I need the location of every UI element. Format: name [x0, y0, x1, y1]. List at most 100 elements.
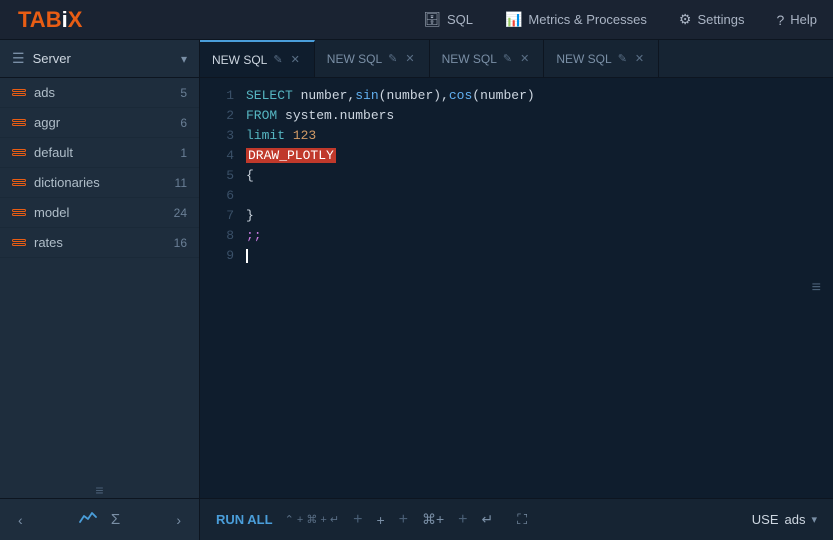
sigma-icon[interactable]: Σ	[111, 511, 120, 528]
tab-3-label: NEW SQL	[442, 52, 497, 66]
tab-2-edit-icon[interactable]: ✎	[388, 52, 397, 65]
sidebar-items: ads 5 aggr 6 default 1	[0, 78, 199, 482]
code-line-7: }	[242, 206, 833, 226]
code-line-1: SELECT number,sin(number),cos(number)	[242, 86, 833, 106]
sidebar-item-aggr[interactable]: aggr 6	[0, 108, 199, 138]
next-button[interactable]: ›	[172, 510, 185, 530]
add-icon[interactable]: +	[376, 512, 384, 528]
metrics-icon: 📊	[505, 11, 522, 28]
tab-2[interactable]: NEW SQL ✎ ✕	[315, 40, 430, 78]
help-icon: ?	[776, 12, 784, 28]
code-line-5: {	[242, 166, 833, 186]
sidebar-item-model-label: model	[34, 205, 174, 220]
run-all-label: RUN ALL	[216, 512, 273, 527]
tabs-bar: NEW SQL ✎ ✕ NEW SQL ✎ ✕ NEW SQL ✎ ✕ NEW …	[200, 40, 833, 78]
tab-3-edit-icon[interactable]: ✎	[503, 52, 512, 65]
nav-sql[interactable]: 🗄 SQL	[407, 0, 489, 40]
sidebar: ☰ Server ▾ ads 5 aggr	[0, 40, 200, 540]
tab-1-edit-icon[interactable]: ✎	[273, 53, 282, 66]
logo: TABiX	[0, 7, 100, 33]
separator-2: +	[399, 511, 408, 529]
sidebar-item-ads[interactable]: ads 5	[0, 78, 199, 108]
db-chevron-icon: ▾	[811, 513, 817, 526]
code-line-8: ;;	[242, 226, 833, 246]
sidebar-item-default-label: default	[34, 145, 180, 160]
sidebar-footer: ‹ Σ ›	[0, 498, 199, 540]
nav-metrics[interactable]: 📊 Metrics & Processes	[489, 0, 663, 40]
sql-icon: 🗄	[423, 11, 441, 28]
shortcut-icon[interactable]: ⌘+	[422, 511, 444, 528]
nav-help[interactable]: ? Help	[760, 0, 833, 40]
code-line-9	[242, 246, 833, 266]
tab-4-label: NEW SQL	[556, 52, 611, 66]
db-icon-ads	[12, 89, 26, 96]
bottom-bar: RUN ALL ⌃ + ⌘ + ↵ + + + ⌘+ + ↵ ⛶ USE ads…	[200, 498, 833, 540]
prev-button[interactable]: ‹	[14, 510, 27, 530]
editor-area: NEW SQL ✎ ✕ NEW SQL ✎ ✕ NEW SQL ✎ ✕ NEW …	[200, 40, 833, 540]
separator-3: +	[458, 511, 467, 529]
db-icon-aggr	[12, 119, 26, 126]
sidebar-item-dictionaries[interactable]: dictionaries 11	[0, 168, 199, 198]
sidebar-item-default-count: 1	[180, 146, 187, 160]
sidebar-footer-icons: Σ	[79, 510, 120, 529]
db-icon-default	[12, 149, 26, 156]
editor-resize-handle[interactable]: ≡	[812, 279, 821, 297]
use-label: USE	[752, 512, 779, 527]
sidebar-item-dictionaries-label: dictionaries	[34, 175, 175, 190]
tab-4[interactable]: NEW SQL ✎ ✕	[544, 40, 659, 78]
sidebar-item-model[interactable]: model 24	[0, 198, 199, 228]
sidebar-collapse-icon[interactable]: ▾	[181, 52, 187, 66]
code-content[interactable]: SELECT number,sin(number),cos(number) FR…	[242, 78, 833, 498]
db-icon-dictionaries	[12, 179, 26, 186]
nav-help-label: Help	[790, 12, 817, 27]
tab-1-close[interactable]: ✕	[289, 52, 302, 67]
tab-4-edit-icon[interactable]: ✎	[618, 52, 627, 65]
code-line-3: limit 123	[242, 126, 833, 146]
sidebar-item-aggr-label: aggr	[34, 115, 180, 130]
sidebar-title: Server	[33, 51, 71, 66]
code-editor[interactable]: 1 2 3 4 5 6 7 8 9 SELECT number,sin(numb…	[200, 78, 833, 498]
run-shortcut: ⌃ + ⌘ + ↵	[285, 513, 340, 526]
chart-icon[interactable]	[79, 510, 97, 529]
tab-1-label: NEW SQL	[212, 53, 267, 67]
sidebar-resize-icon: ≡	[95, 482, 103, 498]
sidebar-item-default[interactable]: default 1	[0, 138, 199, 168]
tab-2-label: NEW SQL	[327, 52, 382, 66]
sidebar-item-ads-count: 5	[180, 86, 187, 100]
sidebar-item-rates[interactable]: rates 16	[0, 228, 199, 258]
code-line-4: DRAW_PLOTLY	[242, 146, 833, 166]
db-name: ads	[785, 512, 806, 527]
sidebar-item-rates-count: 16	[174, 236, 187, 250]
arrow-icon[interactable]: ↵	[482, 511, 494, 528]
fullscreen-button[interactable]: ⛶	[517, 511, 527, 528]
use-db-selector[interactable]: USE ads ▾	[752, 512, 817, 527]
main-layout: ☰ Server ▾ ads 5 aggr	[0, 40, 833, 540]
settings-icon: ⚙	[679, 11, 692, 28]
db-icon-model	[12, 209, 26, 216]
run-all-button[interactable]: RUN ALL	[216, 512, 273, 527]
separator-1: +	[353, 511, 362, 529]
sidebar-item-rates-label: rates	[34, 235, 174, 250]
nav-sql-label: SQL	[447, 12, 473, 27]
tab-3[interactable]: NEW SQL ✎ ✕	[430, 40, 545, 78]
tab-1[interactable]: NEW SQL ✎ ✕	[200, 40, 315, 78]
line-numbers: 1 2 3 4 5 6 7 8 9	[200, 78, 242, 498]
code-line-6	[242, 186, 833, 206]
topnav: TABiX 🗄 SQL 📊 Metrics & Processes ⚙ Sett…	[0, 0, 833, 40]
sidebar-item-aggr-count: 6	[180, 116, 187, 130]
nav-metrics-label: Metrics & Processes	[528, 12, 646, 27]
sidebar-footer-nav: ‹	[14, 510, 27, 530]
tab-4-close[interactable]: ✕	[633, 51, 646, 66]
tab-3-close[interactable]: ✕	[518, 51, 531, 66]
code-line-2: FROM system.numbers	[242, 106, 833, 126]
nav-settings[interactable]: ⚙ Settings	[663, 0, 761, 40]
tab-2-close[interactable]: ✕	[403, 51, 416, 66]
sidebar-item-ads-label: ads	[34, 85, 180, 100]
sidebar-item-model-count: 24	[174, 206, 187, 220]
sidebar-item-dictionaries-count: 11	[175, 176, 187, 190]
hamburger-icon: ☰	[12, 50, 25, 67]
nav-settings-label: Settings	[697, 12, 744, 27]
db-icon-rates	[12, 239, 26, 246]
sidebar-header: ☰ Server ▾	[0, 40, 199, 78]
sidebar-footer-nav-next: ›	[172, 510, 185, 530]
